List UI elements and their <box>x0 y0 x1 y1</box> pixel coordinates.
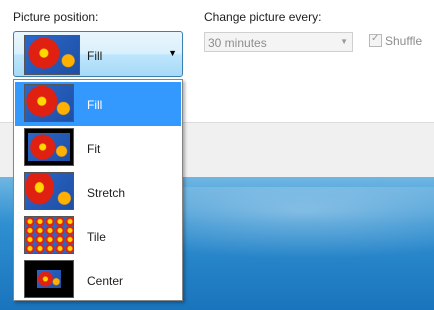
option-label: Fit <box>87 142 101 156</box>
change-picture-interval-select[interactable]: 30 minutes ▼ <box>204 32 353 52</box>
option-label: Stretch <box>87 186 126 200</box>
option-label: Fill <box>87 98 103 112</box>
position-option-fit[interactable]: Fit <box>15 126 181 170</box>
dropdown-arrow-icon[interactable]: ▼ <box>168 48 177 58</box>
picture-position-value: Fill <box>87 49 103 63</box>
position-option-fill[interactable]: Fill <box>15 82 181 126</box>
fit-preview-icon <box>24 128 74 166</box>
interval-value: 30 minutes <box>208 36 267 50</box>
fill-preview-icon <box>24 35 80 75</box>
picture-position-combobox[interactable]: Fill ▼ <box>13 31 183 77</box>
change-picture-label: Change picture every: <box>204 10 322 24</box>
checkbox-checked-icon[interactable] <box>369 33 382 47</box>
picture-position-dropdown-list: Fill Fit Stretch Tile Center <box>13 79 183 301</box>
center-preview-icon <box>24 260 74 298</box>
fill-preview-icon <box>24 84 74 122</box>
position-option-center[interactable]: Center <box>15 258 181 302</box>
position-option-tile[interactable]: Tile <box>15 214 181 258</box>
position-option-stretch[interactable]: Stretch <box>15 170 181 214</box>
tile-preview-icon <box>24 216 74 254</box>
shuffle-checkbox[interactable]: Shuffle <box>369 33 423 48</box>
picture-position-label: Picture position: <box>13 10 99 24</box>
stretch-preview-icon <box>24 172 74 210</box>
dropdown-arrow-icon[interactable]: ▼ <box>340 37 348 46</box>
option-label: Center <box>87 274 124 288</box>
option-label: Tile <box>87 230 106 244</box>
shuffle-label: Shuffle <box>385 34 423 48</box>
